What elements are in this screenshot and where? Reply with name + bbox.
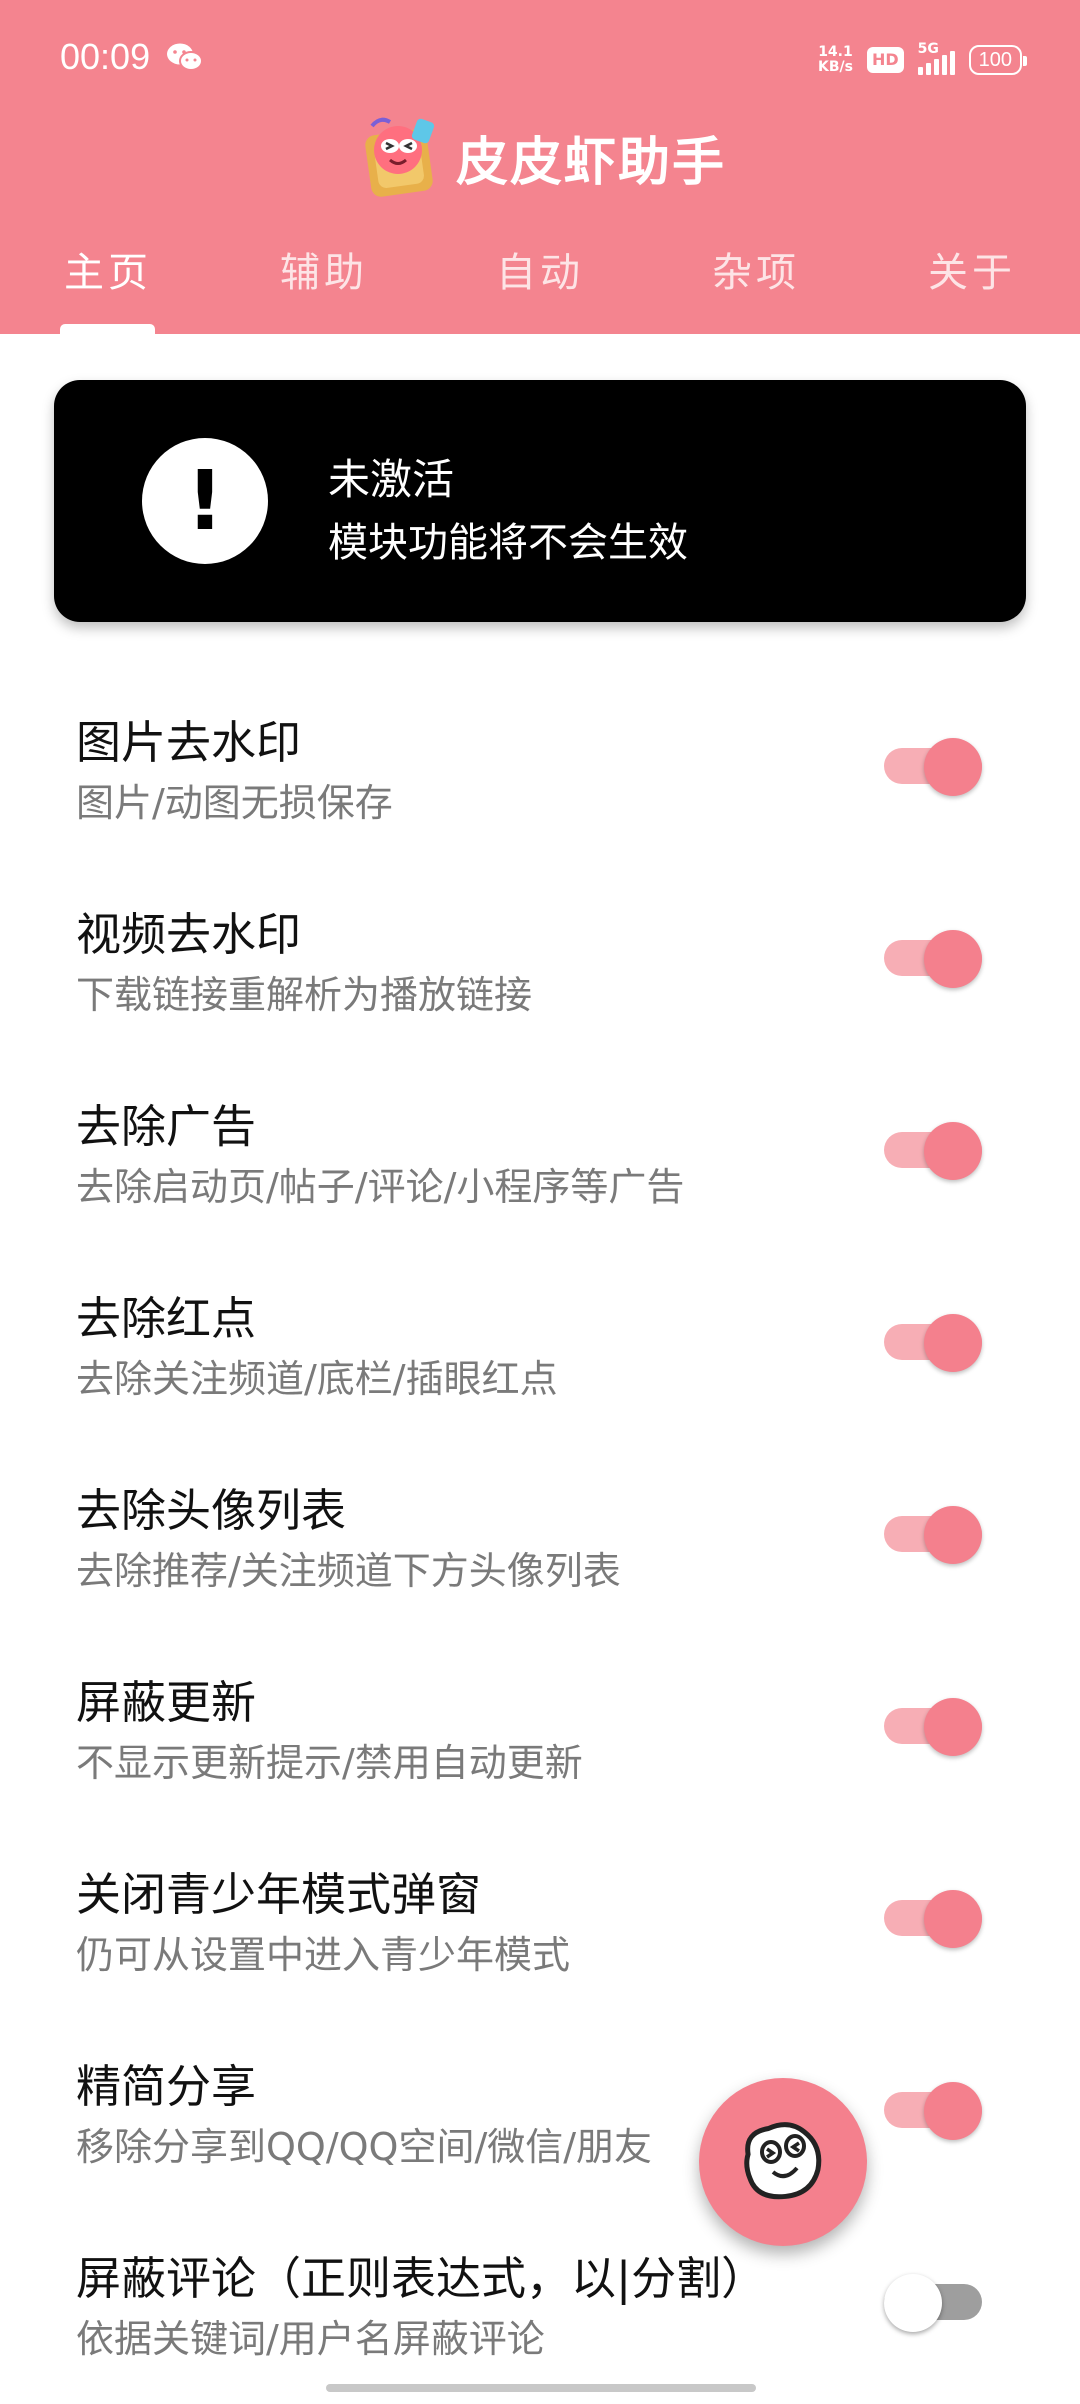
setting-title: 关闭青少年模式弹窗 xyxy=(76,1868,482,1921)
tab-bar: 主页 辅助 自动 杂项 关于 xyxy=(0,240,1080,320)
simplify-share-switch[interactable] xyxy=(884,2082,984,2140)
tab-indicator xyxy=(60,324,155,334)
setting-block-updates[interactable]: 屏蔽更新 不显示更新提示/禁用自动更新 xyxy=(0,1636,1080,1828)
settings-list: 图片去水印 图片/动图无损保存 视频去水印 下载链接重解析为播放链接 去除广告 … xyxy=(0,676,1080,2404)
app-logo xyxy=(365,117,435,197)
setting-subtitle: 下载链接重解析为播放链接 xyxy=(76,973,533,1017)
gesture-nav-handle[interactable] xyxy=(326,2384,756,2392)
setting-title: 图片去水印 xyxy=(76,716,302,769)
status-time: 00:09 xyxy=(60,36,151,77)
tab-home[interactable]: 主页 xyxy=(28,240,188,298)
setting-title: 精简分享 xyxy=(76,2060,257,2113)
battery-icon: 100 xyxy=(968,45,1028,75)
tab-auto[interactable]: 自动 xyxy=(460,240,620,298)
tab-misc[interactable]: 杂项 xyxy=(676,240,836,298)
video-watermark-switch[interactable] xyxy=(884,930,984,988)
app-header: 00:09 14.1 KB/s HD 5G 100 皮皮虾助手 主页 辅助 自动… xyxy=(0,0,1080,334)
status-bar: 00:09 14.1 KB/s HD 5G 100 xyxy=(0,0,1080,120)
setting-title: 去除广告 xyxy=(76,1100,257,1153)
block-updates-switch[interactable] xyxy=(884,1698,984,1756)
setting-subtitle: 去除启动页/帖子/评论/小程序等广告 xyxy=(76,1165,685,1209)
network-speed: 14.1 KB/s xyxy=(817,44,853,75)
setting-title: 去除头像列表 xyxy=(76,1484,347,1537)
setting-title: 屏蔽更新 xyxy=(76,1676,257,1729)
setting-simplify-share[interactable]: 精简分享 移除分享到QQ/QQ空间/微信/朋友 xyxy=(0,2020,1080,2212)
setting-block-comments[interactable]: 屏蔽评论（正则表达式，以|分割） 依据关键词/用户名屏蔽评论 xyxy=(0,2212,1080,2404)
exclamation-icon: ! xyxy=(142,438,268,564)
remove-ads-switch[interactable] xyxy=(884,1122,984,1180)
image-watermark-switch[interactable] xyxy=(884,738,984,796)
setting-subtitle: 移除分享到QQ/QQ空间/微信/朋友 xyxy=(76,2125,653,2169)
smiley-face-icon xyxy=(744,2122,822,2200)
setting-remove-ads[interactable]: 去除广告 去除启动页/帖子/评论/小程序等广告 xyxy=(0,1060,1080,1252)
remove-red-dots-switch[interactable] xyxy=(884,1314,984,1372)
signal-icon: 5G xyxy=(917,41,955,75)
setting-subtitle: 去除关注频道/底栏/插眼红点 xyxy=(76,1357,558,1401)
setting-close-teen-mode-popup[interactable]: 关闭青少年模式弹窗 仍可从设置中进入青少年模式 xyxy=(0,1828,1080,2020)
floating-action-button[interactable] xyxy=(699,2078,867,2246)
setting-subtitle: 依据关键词/用户名屏蔽评论 xyxy=(76,2317,545,2361)
wechat-icon xyxy=(167,43,203,71)
alert-title: 未激活 xyxy=(328,455,455,504)
setting-subtitle: 不显示更新提示/禁用自动更新 xyxy=(76,1741,583,1785)
status-indicators: 14.1 KB/s HD 5G 100 xyxy=(817,38,1028,82)
app-title: 皮皮虾助手 xyxy=(455,132,726,193)
remove-avatar-list-switch[interactable] xyxy=(884,1506,984,1564)
tab-assist[interactable]: 辅助 xyxy=(244,240,404,298)
setting-title: 视频去水印 xyxy=(76,908,302,961)
setting-subtitle: 去除推荐/关注频道下方头像列表 xyxy=(76,1549,621,1593)
teen-mode-popup-switch[interactable] xyxy=(884,1890,984,1948)
activation-alert-card[interactable]: ! 未激活 模块功能将不会生效 xyxy=(54,380,1026,622)
setting-remove-avatar-list[interactable]: 去除头像列表 去除推荐/关注频道下方头像列表 xyxy=(0,1444,1080,1636)
setting-subtitle: 图片/动图无损保存 xyxy=(76,781,393,825)
hd-badge: HD xyxy=(866,47,904,73)
block-comments-switch[interactable] xyxy=(884,2274,984,2332)
setting-subtitle: 仍可从设置中进入青少年模式 xyxy=(76,1933,571,1977)
alert-subtitle: 模块功能将不会生效 xyxy=(328,520,688,566)
app-title-bar: 皮皮虾助手 xyxy=(0,112,1080,202)
setting-image-watermark[interactable]: 图片去水印 图片/动图无损保存 xyxy=(0,676,1080,868)
setting-remove-red-dots[interactable]: 去除红点 去除关注频道/底栏/插眼红点 xyxy=(0,1252,1080,1444)
setting-title: 屏蔽评论（正则表达式，以|分割） xyxy=(76,2252,767,2305)
tab-about[interactable]: 关于 xyxy=(892,240,1052,298)
setting-title: 去除红点 xyxy=(76,1292,257,1345)
setting-video-watermark[interactable]: 视频去水印 下载链接重解析为播放链接 xyxy=(0,868,1080,1060)
